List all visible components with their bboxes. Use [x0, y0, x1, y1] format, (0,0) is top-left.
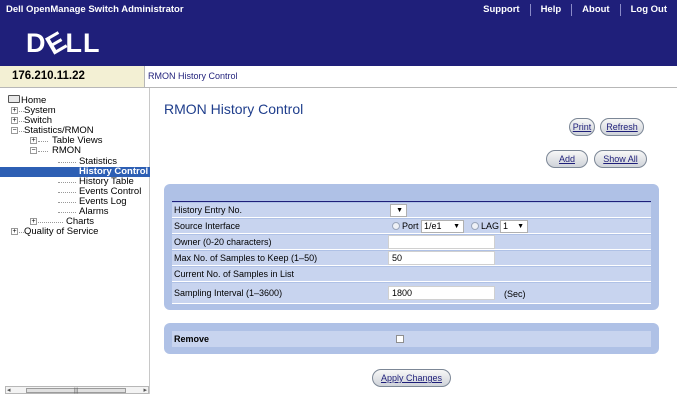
apply-changes-button[interactable]: Apply Changes — [372, 369, 451, 387]
sampling-interval-unit: (Sec) — [504, 289, 526, 299]
top-links: Support Help About Log Out — [473, 0, 677, 20]
sampling-interval-label: Sampling Interval (1–3600) — [174, 288, 283, 298]
history-entry-label: History Entry No. — [174, 205, 243, 215]
remove-panel: Remove — [164, 323, 659, 354]
scrollbar-thumb[interactable]: ||| — [26, 388, 126, 394]
tree-item-quality-of-service[interactable]: Quality of Service — [24, 227, 98, 237]
top-bar: Dell OpenManage Switch Administrator Sup… — [0, 0, 677, 20]
owner-row: Owner (0-20 characters) — [172, 235, 651, 250]
history-entry-row: History Entry No. ▼ — [172, 203, 651, 218]
owner-input[interactable] — [388, 235, 495, 249]
remove-row: Remove — [172, 331, 651, 347]
history-form-panel: History Entry No. ▼ Source Interface Por… — [164, 184, 659, 310]
scroll-right-icon[interactable]: ▸ — [143, 386, 147, 394]
collapse-icon[interactable]: − — [30, 147, 37, 154]
expand-icon[interactable]: + — [11, 228, 18, 235]
lag-label: LAG — [481, 221, 500, 231]
dell-logo: DELL — [26, 25, 101, 61]
ip-address: 176.210.11.22 — [12, 70, 85, 82]
lag-select[interactable]: 1 ▼ — [500, 220, 528, 233]
port-label: Port — [402, 221, 419, 231]
add-button[interactable]: Add — [546, 150, 588, 168]
sampling-interval-row: Sampling Interval (1–3600) 1800 (Sec) — [172, 283, 651, 304]
about-link[interactable]: About — [571, 4, 619, 16]
horizontal-scrollbar[interactable]: ◂ ||| ▸ — [5, 386, 149, 394]
remove-checkbox[interactable] — [396, 335, 404, 343]
current-samples-row: Current No. of Samples in List — [172, 267, 651, 282]
collapse-icon[interactable]: − — [11, 127, 18, 134]
support-link[interactable]: Support — [473, 4, 529, 16]
logo-band: DELL — [0, 20, 677, 66]
show-all-button[interactable]: Show All — [594, 150, 647, 168]
log-out-link[interactable]: Log Out — [619, 4, 677, 16]
nav-tree: Home + System + Switch − Statistics/RMON… — [0, 88, 150, 394]
remove-label: Remove — [174, 334, 210, 344]
scroll-left-icon[interactable]: ◂ — [7, 386, 11, 394]
max-samples-row: Max No. of Samples to Keep (1–50) 50 — [172, 251, 651, 266]
current-samples-label: Current No. of Samples in List — [174, 269, 295, 279]
page-title: RMON History Control — [164, 101, 304, 117]
dropdown-arrow-icon: ▼ — [517, 223, 524, 230]
max-samples-label: Max No. of Samples to Keep (1–50) — [174, 253, 318, 263]
source-interface-row: Source Interface Port 1/e1 ▼ LAG 1 ▼ — [172, 219, 651, 234]
history-entry-select[interactable]: ▼ — [390, 204, 407, 217]
sampling-interval-input[interactable]: 1800 — [388, 286, 495, 300]
max-samples-input[interactable]: 50 — [388, 251, 495, 265]
expand-icon[interactable]: + — [11, 117, 18, 124]
dropdown-arrow-icon: ▼ — [453, 223, 460, 230]
breadcrumb-bar: RMON History Control — [145, 66, 677, 88]
owner-label: Owner (0-20 characters) — [174, 237, 272, 247]
expand-icon[interactable]: + — [11, 107, 18, 114]
breadcrumb: RMON History Control — [148, 71, 238, 81]
dropdown-arrow-icon: ▼ — [396, 207, 403, 214]
app-title: Dell OpenManage Switch Administrator — [6, 4, 184, 15]
lag-radio[interactable] — [471, 222, 479, 230]
source-interface-label: Source Interface — [174, 221, 241, 231]
expand-icon[interactable]: + — [30, 137, 37, 144]
expand-icon[interactable]: + — [30, 218, 37, 225]
help-link[interactable]: Help — [529, 4, 572, 16]
port-select[interactable]: 1/e1 ▼ — [421, 220, 464, 233]
tree-item-rmon[interactable]: RMON — [52, 146, 81, 156]
print-button[interactable]: Print — [569, 118, 595, 136]
refresh-button[interactable]: Refresh — [600, 118, 644, 136]
port-radio[interactable] — [392, 222, 400, 230]
home-icon — [8, 95, 20, 104]
ip-bar: 176.210.11.22 — [0, 66, 145, 88]
